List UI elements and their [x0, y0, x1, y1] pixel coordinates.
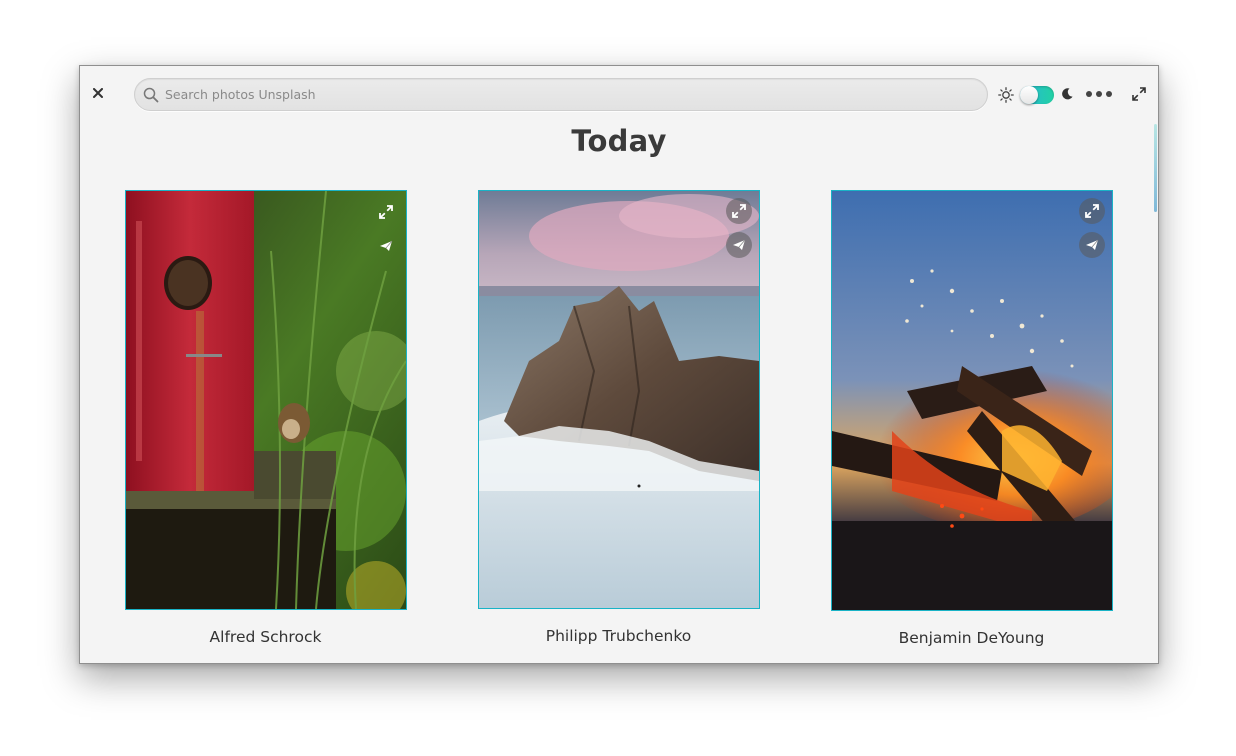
photo-card[interactable]	[125, 190, 407, 610]
scrollbar[interactable]	[1154, 124, 1157, 212]
photo-card[interactable]	[831, 190, 1113, 611]
photo-author[interactable]: Alfred Schrock	[125, 628, 406, 646]
close-button[interactable]	[90, 85, 106, 101]
expand-icon	[1085, 204, 1099, 218]
maximize-icon[interactable]	[1132, 87, 1146, 101]
search-bar[interactable]	[134, 78, 988, 111]
app-window: Today	[79, 65, 1159, 664]
send-button[interactable]	[1079, 232, 1105, 258]
send-button[interactable]	[726, 232, 752, 258]
sun-icon	[998, 87, 1014, 103]
toggle-knob	[1020, 86, 1038, 104]
photo-image	[479, 191, 759, 608]
expand-button[interactable]	[373, 199, 399, 225]
more-icon[interactable]	[1085, 88, 1113, 100]
search-icon	[143, 87, 159, 103]
photo-author[interactable]: Benjamin DeYoung	[831, 629, 1112, 647]
expand-button[interactable]	[1079, 198, 1105, 224]
expand-button[interactable]	[726, 198, 752, 224]
dark-mode-toggle[interactable]	[1020, 86, 1054, 104]
moon-icon	[1062, 88, 1073, 100]
search-input[interactable]	[165, 79, 965, 110]
page-title: Today	[571, 124, 667, 158]
photo-card[interactable]	[478, 190, 760, 609]
send-icon	[380, 240, 393, 251]
send-button[interactable]	[373, 233, 399, 259]
photo-image	[832, 191, 1112, 610]
photo-author[interactable]: Philipp Trubchenko	[478, 627, 759, 645]
photo-image	[126, 191, 406, 609]
close-icon	[93, 88, 103, 98]
send-icon	[733, 239, 746, 250]
expand-icon	[732, 204, 746, 218]
send-icon	[1086, 239, 1099, 250]
expand-icon	[379, 205, 393, 219]
